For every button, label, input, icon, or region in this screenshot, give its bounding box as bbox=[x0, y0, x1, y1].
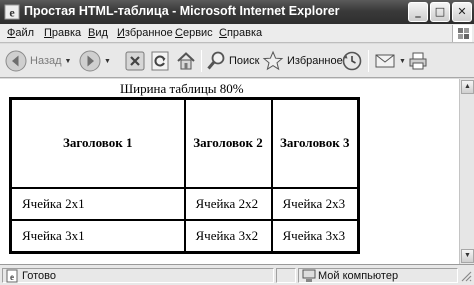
menu-favorites[interactable]: Избранное bbox=[117, 27, 173, 39]
table-header-cell: Заголовок 2 bbox=[183, 97, 273, 189]
menu-view-rest: ид bbox=[95, 27, 108, 39]
search-label: Поиск bbox=[229, 55, 260, 67]
home-button[interactable] bbox=[175, 48, 197, 74]
svg-text:e: e bbox=[10, 272, 14, 282]
back-label: Назад bbox=[30, 55, 62, 67]
page-icon: e bbox=[6, 269, 18, 283]
print-button[interactable] bbox=[407, 48, 429, 74]
menu-help-rest: правка bbox=[226, 27, 263, 39]
page-viewport: Ширина таблицы 80% Заголовок 1 Заголовок… bbox=[0, 79, 474, 264]
computer-icon bbox=[302, 269, 316, 282]
status-zone-text: Мой компьютер bbox=[318, 270, 399, 282]
table-header-row: Заголовок 1 Заголовок 2 Заголовок 3 bbox=[9, 97, 360, 189]
favorites-button[interactable]: Избранное bbox=[262, 48, 343, 74]
menu-help-key: С bbox=[219, 27, 227, 39]
window-title: Простая HTML-таблица - Microsoft Interne… bbox=[24, 4, 340, 18]
menu-favorites-rest: збранное bbox=[124, 27, 173, 39]
table-cell: Ячейка 2x1 bbox=[9, 186, 186, 221]
menu-file-rest: айл bbox=[15, 27, 35, 39]
menu-edit-key: П bbox=[44, 27, 52, 39]
menu-edit-rest: равка bbox=[51, 27, 82, 39]
refresh-icon bbox=[151, 51, 169, 71]
maximize-button[interactable]: □ bbox=[430, 2, 450, 22]
stop-icon bbox=[125, 51, 145, 71]
toolbar-separator-2 bbox=[368, 50, 369, 72]
menu-help[interactable]: Справка bbox=[219, 27, 262, 39]
forward-button[interactable]: ▼ bbox=[79, 48, 111, 74]
back-dropdown-caret[interactable]: ▼ bbox=[65, 58, 72, 65]
menu-tools[interactable]: Сервис bbox=[175, 27, 213, 39]
table-cell: Ячейка 3x3 bbox=[270, 218, 360, 254]
forward-dropdown-caret[interactable]: ▼ bbox=[104, 58, 111, 65]
favorites-star-icon bbox=[262, 50, 284, 71]
menu-file[interactable]: Файл bbox=[7, 27, 34, 39]
status-text: Готово bbox=[22, 270, 56, 282]
menu-tools-rest: ервис bbox=[182, 27, 213, 39]
mail-button[interactable]: ▼ bbox=[374, 48, 406, 74]
toolbar-separator-1 bbox=[201, 50, 202, 72]
favorites-label: Избранное bbox=[287, 55, 343, 67]
search-icon bbox=[207, 51, 225, 70]
close-button[interactable]: ✕ bbox=[452, 2, 472, 22]
menu-favorites-key: И bbox=[117, 27, 125, 39]
menu-view[interactable]: Вид bbox=[88, 27, 108, 39]
windows-logo-icon bbox=[452, 25, 472, 42]
table-row: Ячейка 3x1 Ячейка 3x2 Ячейка 3x3 bbox=[9, 218, 360, 254]
stop-button[interactable] bbox=[124, 48, 146, 74]
table-cell: Ячейка 2x2 bbox=[183, 186, 273, 221]
ie-icon: e bbox=[4, 4, 20, 20]
back-button[interactable]: Назад ▼ bbox=[5, 48, 71, 74]
back-icon bbox=[5, 50, 27, 72]
table-cell: Ячейка 3x2 bbox=[183, 218, 273, 254]
status-bar: e Готово Мой компьютер bbox=[0, 264, 474, 285]
scroll-up-button[interactable]: ▲ bbox=[461, 80, 474, 94]
forward-icon bbox=[79, 50, 101, 72]
vertical-scrollbar[interactable]: ▲ ▼ bbox=[459, 79, 474, 264]
home-icon bbox=[177, 52, 195, 70]
minimize-button[interactable]: _ bbox=[408, 2, 428, 22]
table-caption: Ширина таблицы 80% bbox=[120, 81, 244, 96]
resize-grip-icon[interactable] bbox=[460, 270, 472, 282]
table-row: Ячейка 2x1 Ячейка 2x2 Ячейка 2x3 bbox=[9, 186, 360, 221]
history-icon bbox=[342, 51, 362, 71]
table-cell: Ячейка 3x1 bbox=[9, 218, 186, 254]
menu-edit[interactable]: Правка bbox=[44, 27, 81, 39]
print-icon bbox=[409, 52, 427, 70]
status-pane-2 bbox=[276, 268, 296, 283]
html-table: Заголовок 1 Заголовок 2 Заголовок 3 Ячей… bbox=[9, 97, 360, 254]
title-bar: e Простая HTML-таблица - Microsoft Inter… bbox=[0, 0, 474, 24]
menu-tools-key: С bbox=[175, 27, 183, 39]
svg-text:e: e bbox=[9, 6, 15, 20]
mail-icon bbox=[375, 54, 395, 68]
table-cell: Ячейка 2x3 bbox=[270, 186, 360, 221]
refresh-button[interactable] bbox=[149, 48, 171, 74]
standard-toolbar: Назад ▼ ▼ Поиск Избранное ▼ bbox=[0, 44, 474, 78]
table-header-cell: Заголовок 3 bbox=[270, 97, 360, 189]
scroll-down-button[interactable]: ▼ bbox=[461, 249, 474, 263]
menu-bar: Файл Правка Вид Избранное Сервис Справка bbox=[0, 24, 474, 43]
table-header-cell: Заголовок 1 bbox=[9, 97, 186, 189]
search-button[interactable]: Поиск bbox=[206, 48, 259, 74]
history-button[interactable] bbox=[341, 48, 363, 74]
mail-dropdown-caret[interactable]: ▼ bbox=[399, 58, 406, 65]
